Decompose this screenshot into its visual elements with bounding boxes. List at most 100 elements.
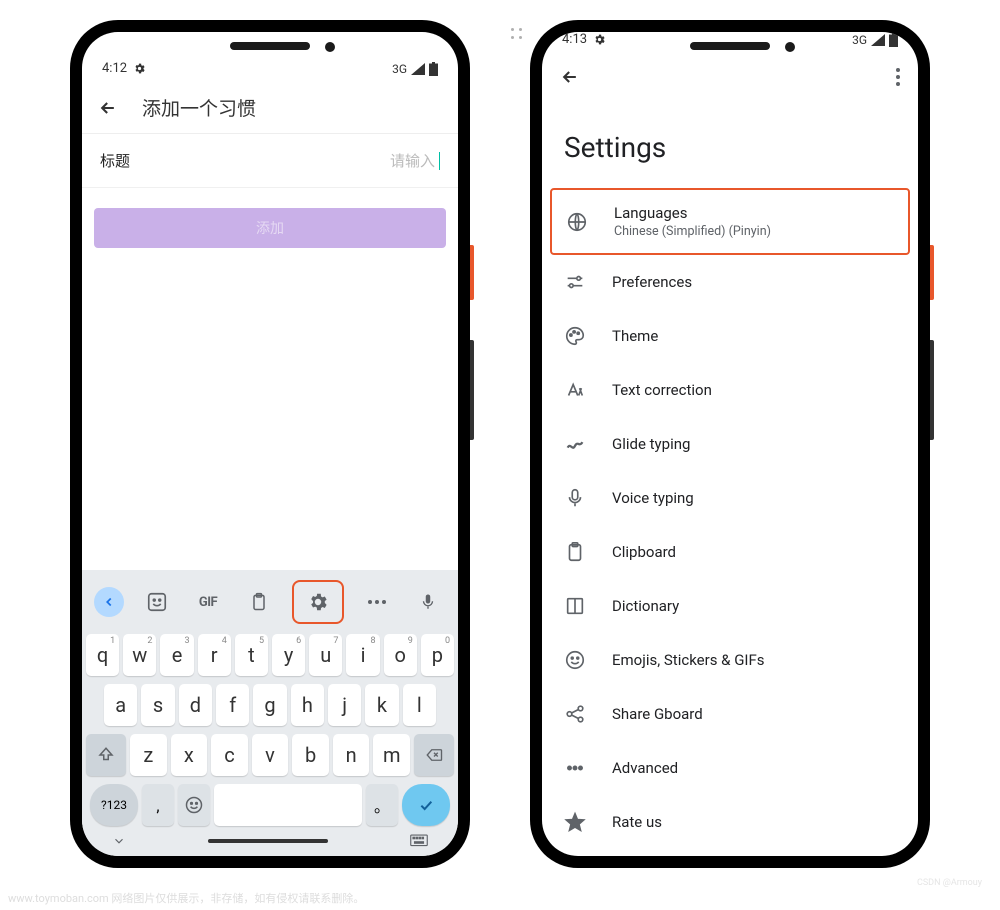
key-t[interactable]: t5 xyxy=(235,634,268,676)
nav-pill[interactable] xyxy=(208,839,328,843)
key-b[interactable]: b xyxy=(292,734,329,776)
status-time: 4:12 xyxy=(102,61,127,76)
gear-icon xyxy=(133,62,146,75)
settings-item-voice-typing[interactable]: Voice typing xyxy=(542,471,918,525)
sticker-icon[interactable] xyxy=(139,584,175,620)
settings-item-theme[interactable]: Theme xyxy=(542,309,918,363)
text-a-icon xyxy=(564,379,586,401)
back-arrow-icon[interactable] xyxy=(98,98,118,118)
status-bar: 4:12 3G xyxy=(82,32,458,82)
keyboard: GIF q1w2e3r4t5y6u7i8o9p0 asdf xyxy=(82,570,458,856)
settings-item-languages[interactable]: LanguagesChinese (Simplified) (Pinyin) xyxy=(550,188,910,255)
chevron-left-icon[interactable] xyxy=(94,587,124,617)
clipboard-icon[interactable] xyxy=(241,584,277,620)
status-bar: 4:13 3G xyxy=(542,32,918,53)
signal-icon xyxy=(871,34,885,46)
backspace-key[interactable] xyxy=(414,734,454,776)
text-cursor xyxy=(439,152,440,170)
settings-item-preferences[interactable]: Preferences xyxy=(542,255,918,309)
settings-item-text-correction[interactable]: Text correction xyxy=(542,363,918,417)
key-r[interactable]: r4 xyxy=(198,634,231,676)
add-button[interactable]: 添加 xyxy=(94,208,446,248)
key-u[interactable]: u7 xyxy=(309,634,342,676)
key-f[interactable]: f xyxy=(216,684,249,726)
settings-label: Share Gboard xyxy=(612,705,703,723)
key-a[interactable]: a xyxy=(104,684,137,726)
back-arrow-icon[interactable] xyxy=(560,67,580,87)
title-input[interactable] xyxy=(315,153,435,170)
status-time: 4:13 xyxy=(562,32,587,47)
sliders-icon xyxy=(564,271,586,293)
settings-item-dictionary[interactable]: Dictionary xyxy=(542,579,918,633)
title-field-row[interactable]: 标题 xyxy=(82,134,458,188)
mic-icon[interactable] xyxy=(410,584,446,620)
settings-item-clipboard[interactable]: Clipboard xyxy=(542,525,918,579)
key-k[interactable]: k xyxy=(365,684,398,726)
settings-label: Voice typing xyxy=(612,489,694,507)
settings-label: Emojis, Stickers & GIFs xyxy=(612,651,765,669)
settings-item-rate-us[interactable]: Rate us xyxy=(542,795,918,849)
shift-key[interactable] xyxy=(86,734,126,776)
key-c[interactable]: c xyxy=(211,734,248,776)
drag-handle xyxy=(511,28,523,40)
settings-label: Advanced xyxy=(612,759,678,777)
key-i[interactable]: i8 xyxy=(346,634,379,676)
key-g[interactable]: g xyxy=(253,684,286,726)
star-icon xyxy=(564,811,586,833)
key-z[interactable]: z xyxy=(130,734,167,776)
share-icon xyxy=(564,703,586,725)
key-v[interactable]: v xyxy=(252,734,289,776)
gif-button[interactable]: GIF xyxy=(190,584,226,620)
network-label: 3G xyxy=(852,33,867,47)
gear-icon xyxy=(593,33,606,46)
settings-item-share-gboard[interactable]: Share Gboard xyxy=(542,687,918,741)
key-m[interactable]: m xyxy=(373,734,410,776)
settings-label: Clipboard xyxy=(612,543,676,561)
key-x[interactable]: x xyxy=(171,734,208,776)
key-n[interactable]: n xyxy=(333,734,370,776)
settings-label: Theme xyxy=(612,327,658,345)
key-s[interactable]: s xyxy=(141,684,174,726)
watermark: www.toymoban.com 网络图片仅供展示，非存储，如有侵权请联系删除。 xyxy=(8,890,364,906)
enter-key[interactable] xyxy=(402,784,450,826)
key-l[interactable]: l xyxy=(403,684,436,726)
key-w[interactable]: w2 xyxy=(123,634,156,676)
key-y[interactable]: y6 xyxy=(272,634,305,676)
settings-item-advanced[interactable]: Advanced xyxy=(542,741,918,795)
battery-icon xyxy=(889,33,898,47)
settings-item-glide-typing[interactable]: Glide typing xyxy=(542,417,918,471)
gear-icon[interactable] xyxy=(300,584,336,620)
more-icon[interactable] xyxy=(359,584,395,620)
key-p[interactable]: p0 xyxy=(421,634,454,676)
chevron-down-icon[interactable] xyxy=(112,834,126,848)
app-header: 添加一个习惯 xyxy=(82,82,458,134)
emoji-icon xyxy=(564,649,586,671)
key-e[interactable]: e3 xyxy=(160,634,193,676)
dots-icon xyxy=(564,757,586,779)
key-o[interactable]: o9 xyxy=(384,634,417,676)
key-j[interactable]: j xyxy=(328,684,361,726)
more-icon[interactable] xyxy=(896,68,900,86)
clipboard-icon xyxy=(564,541,586,563)
key-h[interactable]: h xyxy=(291,684,324,726)
settings-highlight xyxy=(292,580,344,624)
settings-label: Text correction xyxy=(612,381,712,399)
page-title: 添加一个习惯 xyxy=(142,94,256,121)
phone-right: 4:13 3G Settings LanguagesChinese (Simpl… xyxy=(530,20,930,868)
space-key[interactable] xyxy=(214,784,362,826)
emoji-key[interactable] xyxy=(178,784,210,826)
signal-icon xyxy=(411,63,425,75)
settings-label: Preferences xyxy=(612,273,692,291)
settings-item-emojis-stickers-gifs[interactable]: Emojis, Stickers & GIFs xyxy=(542,633,918,687)
settings-label: Rate us xyxy=(612,813,662,831)
palette-icon xyxy=(564,325,586,347)
period-key[interactable]: 。 xyxy=(366,784,398,826)
symbols-key[interactable]: ?123 xyxy=(90,784,138,826)
mic-icon xyxy=(564,487,586,509)
keyboard-switch-icon[interactable] xyxy=(410,834,428,848)
key-q[interactable]: q1 xyxy=(86,634,119,676)
field-label: 标题 xyxy=(100,150,130,171)
comma-key[interactable]: , xyxy=(142,784,174,826)
key-d[interactable]: d xyxy=(179,684,212,726)
battery-icon xyxy=(429,62,438,76)
